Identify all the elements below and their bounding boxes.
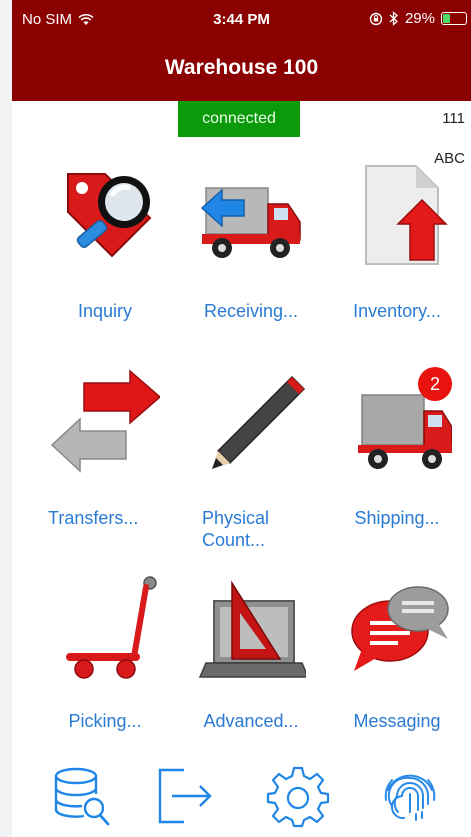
battery-level [443,14,450,23]
status-bar: No SIM 3:44 PM 29% [12,0,471,40]
pencil-icon [196,365,306,475]
advanced-laptop-icon [196,575,306,685]
menu-label: Transfers... [48,508,139,528]
fingerprint-icon[interactable] [378,764,442,828]
menu-label: Receiving... [203,301,299,321]
menu-label: Shipping... [354,508,440,528]
menu-label: Inventory... [353,301,441,321]
menu-label: Messaging [353,711,441,731]
receiving-truck-icon [196,160,306,270]
battery-icon [441,12,467,25]
logout-icon[interactable] [154,764,218,828]
inventory-document-icon [342,160,452,270]
menu-label: Advanced... [203,711,299,731]
page-title: Warehouse 100 [164,56,319,79]
connection-status-badge: connected [178,101,300,137]
battery-percent: 29% [404,10,435,27]
picking-cart-icon [50,575,160,685]
header-bar: No SIM 3:44 PM 29% Warehouse 100 [12,0,471,101]
info-number: 111 [442,110,465,127]
app-screen: No SIM 3:44 PM 29% Warehouse 100 connect… [12,0,471,837]
database-search-icon[interactable] [50,764,114,828]
shipping-count-badge: 2 [418,367,452,401]
inquiry-icon [50,160,160,270]
menu-label: Picking... [68,711,142,731]
transfers-arrows-icon [50,365,160,475]
bluetooth-icon [389,11,398,26]
menu-label: Inquiry [77,301,133,321]
settings-gear-icon[interactable] [266,764,330,828]
rotation-lock-icon [369,12,383,25]
status-indicators: 29% [369,10,467,27]
messaging-bubbles-icon [342,575,452,685]
